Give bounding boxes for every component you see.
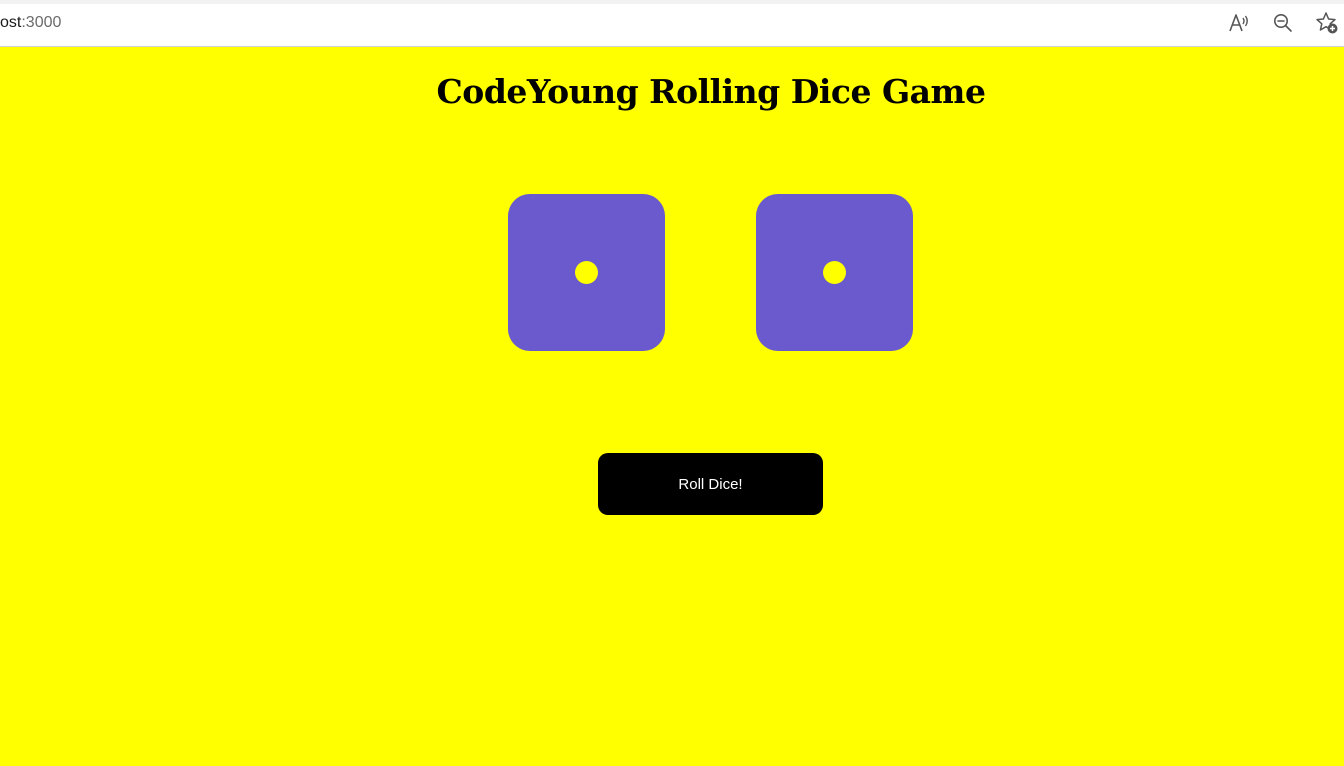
- read-aloud-icon[interactable]: [1226, 10, 1252, 36]
- roll-dice-button[interactable]: Roll Dice!: [598, 453, 823, 515]
- die-left: [508, 194, 665, 351]
- page-title: CodeYoung Rolling Dice Game: [436, 72, 986, 111]
- address-host: ost: [0, 14, 22, 31]
- address-port: :3000: [21, 14, 62, 31]
- die-pip: [823, 261, 846, 284]
- zoom-out-icon[interactable]: [1270, 10, 1296, 36]
- toolbar-icons: [1226, 10, 1344, 36]
- browser-toolbar: ost:3000: [0, 0, 1344, 47]
- add-favorite-icon[interactable]: [1314, 10, 1340, 36]
- die-right: [756, 194, 913, 351]
- address-bar[interactable]: ost:3000: [0, 12, 61, 34]
- die-pip: [575, 261, 598, 284]
- tab-strip-edge: [0, 0, 1344, 4]
- dice-game-page: CodeYoung Rolling Dice Game Roll Dice!: [0, 48, 1344, 766]
